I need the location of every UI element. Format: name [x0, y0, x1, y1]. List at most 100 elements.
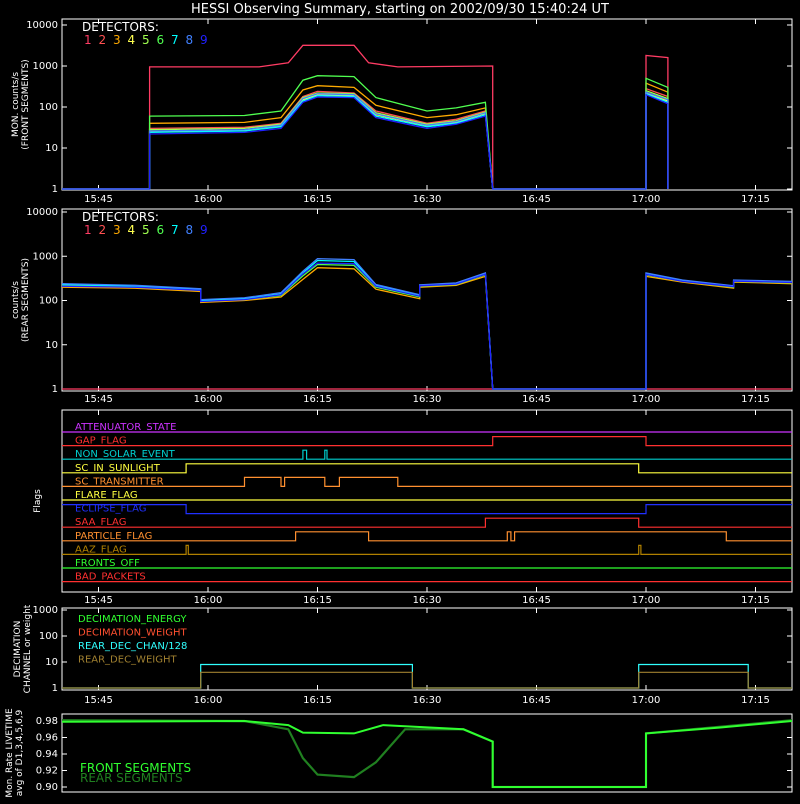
decimation-legend-item: DECIMATION_ENERGY: [78, 614, 187, 625]
decimation-xtick-label: 16:15: [303, 695, 332, 706]
flag-label-aaz-flag: AAZ_FLAG: [75, 544, 127, 555]
rear-xtick-label: 16:00: [194, 394, 223, 405]
front-ytick-label: 1000: [33, 61, 58, 72]
front-series-9: [62, 93, 669, 190]
flags-xtick-label: 15:45: [84, 595, 113, 606]
rear-series-8: [61, 258, 793, 390]
rear-legend-item: 6: [157, 223, 165, 237]
rear-ylabel: counts/s(REAR SEGMENTS): [11, 258, 31, 342]
front-xtick-label: 16:15: [303, 194, 332, 205]
front-xtick-label: 16:00: [194, 194, 223, 205]
flag-label-fronts-off: FRONTS_OFF: [75, 558, 140, 569]
front-legend-item: 9: [200, 33, 208, 47]
flags-ylabel: Flags: [33, 489, 43, 513]
front-legend-item: 4: [128, 33, 136, 47]
decimation-legend-item: DECIMATION_WEIGHT: [78, 628, 187, 639]
flag-line-saa-flag: [62, 517, 792, 528]
livetime-ytick-label: 0.96: [36, 733, 58, 744]
rear-legend-item: 2: [99, 223, 107, 237]
rear-ytick-label: 10000: [26, 207, 58, 218]
flags-xtick-label: 16:45: [522, 595, 551, 606]
decimation-xtick-label: 15:45: [84, 695, 113, 706]
rear-xtick-label: 17:15: [741, 394, 770, 405]
rear-legend-item: 1: [84, 223, 92, 237]
rear-legend-title: DETECTORS:: [82, 210, 159, 224]
livetime-ytick-label: 0.94: [36, 749, 58, 760]
flag-label-flare-flag: FLARE_FLAG: [75, 490, 138, 501]
rear-series-6: [61, 263, 793, 390]
front-legend-item: 2: [99, 33, 107, 47]
front-legend-item: 1: [84, 33, 92, 47]
rear-xtick-label: 15:45: [84, 394, 113, 405]
rear-xtick-label: 16:45: [522, 394, 551, 405]
chart-canvas: HESSI Observing Summary, starting on 200…: [5, 2, 793, 798]
flags-xtick-label: 17:00: [632, 595, 661, 606]
flag-label-sc-transmitter: SC_TRANSMITTER: [75, 476, 164, 487]
front-series-1: [62, 44, 669, 190]
flags-panel-frame: [61, 409, 793, 593]
front-xtick-label: 16:30: [413, 194, 442, 205]
decimation-xtick-label: 17:15: [741, 695, 770, 706]
decimation-xtick-label: 17:00: [632, 695, 661, 706]
flag-label-non-solar-event: NON_SOLAR_EVENT: [75, 449, 176, 460]
decimation-ytick-label: 1: [52, 683, 58, 694]
front-ytick-label: 100: [39, 102, 58, 113]
rear-xtick-label: 16:15: [303, 394, 332, 405]
rear-ytick-label: 10: [45, 340, 58, 351]
front-ytick-label: 1: [52, 184, 58, 195]
front-xtick-label: 17:00: [632, 194, 661, 205]
flag-label-sc-in-sunlight: SC_IN_SUNLIGHT: [75, 463, 161, 474]
front-xtick-label: 16:45: [522, 194, 551, 205]
flag-line-aaz-flag: [62, 544, 792, 556]
rear-xtick-label: 17:00: [632, 394, 661, 405]
rear-ytick-label: 1: [52, 384, 58, 395]
decimation-xtick-label: 16:45: [522, 695, 551, 706]
front-ylabel-text: MON. counts/s(FRONT SEGMENTS): [11, 59, 31, 149]
front-xtick-label: 17:15: [741, 194, 770, 205]
flags-xtick-label: 16:15: [303, 595, 332, 606]
front-legend-item: 7: [171, 33, 179, 47]
decimation-ylabel: DECIMATIONCHANNEL or weight: [13, 604, 33, 693]
flag-line-sc-in-sunlight: [62, 463, 792, 474]
flags-xtick-label: 16:30: [413, 595, 442, 606]
decimation-legend-item: REAR_DEC_CHAN/128: [78, 641, 187, 652]
flags-xtick-label: 17:15: [741, 595, 770, 606]
flag-label-particle-flag: PARTICLE_FLAG: [75, 531, 152, 542]
decimation-legend-item: REAR_DEC_WEIGHT: [78, 655, 177, 666]
decimation-ytick-label: 10: [45, 657, 58, 668]
livetime-ytick-label: 0.98: [36, 716, 58, 727]
front-legend-title: DETECTORS:: [82, 20, 159, 34]
front-ytick-label: 10000: [26, 20, 58, 31]
livetime-ytick-label: 0.90: [36, 782, 58, 793]
rear-legend-item: 5: [142, 223, 150, 237]
rear-ylabel-text: counts/s(REAR SEGMENTS): [11, 258, 31, 342]
decimation-series-rear-dec-chan-128: [62, 663, 792, 689]
front-ytick-label: 10: [45, 143, 58, 154]
decimation-ytick-label: 1000: [33, 605, 58, 616]
rear-legend-item: 3: [113, 223, 121, 237]
flag-line-sc-transmitter: [62, 476, 792, 487]
livetime-ytick-label: 0.92: [36, 766, 58, 777]
front-legend-item: 3: [113, 33, 121, 47]
decimation-ylabel-text: DECIMATIONCHANNEL or weight: [13, 604, 33, 693]
decimation-xtick-label: 16:30: [413, 695, 442, 706]
livetime-ylabel: Mon. Rate LIVETIMEavg of D1,3,4,5,6,9: [5, 708, 25, 798]
front-series-3: [62, 82, 669, 190]
front-legend-item: 5: [142, 33, 150, 47]
flag-label-saa-flag: SAA_FLAG: [75, 517, 126, 528]
rear-ytick-label: 1000: [33, 251, 58, 262]
flag-line-gap-flag: [62, 436, 792, 447]
rear-series-9: [61, 262, 793, 390]
observing-summary-figure: HESSI Observing Summary, starting on 200…: [0, 0, 800, 800]
decimation-ytick-label: 100: [39, 631, 58, 642]
front-xtick-label: 15:45: [84, 194, 113, 205]
flags-xtick-label: 16:00: [194, 595, 223, 606]
rear-legend-item: 4: [128, 223, 136, 237]
flag-line-particle-flag: [62, 531, 792, 542]
decimation-xtick-label: 16:00: [194, 695, 223, 706]
flag-label-bad-packets: BAD_PACKETS: [75, 572, 146, 583]
flag-line-eclipse-flag: [62, 504, 792, 515]
rear-ytick-label: 100: [39, 296, 58, 307]
rear-legend-item: 9: [200, 223, 208, 237]
rear-legend-item: 7: [171, 223, 179, 237]
